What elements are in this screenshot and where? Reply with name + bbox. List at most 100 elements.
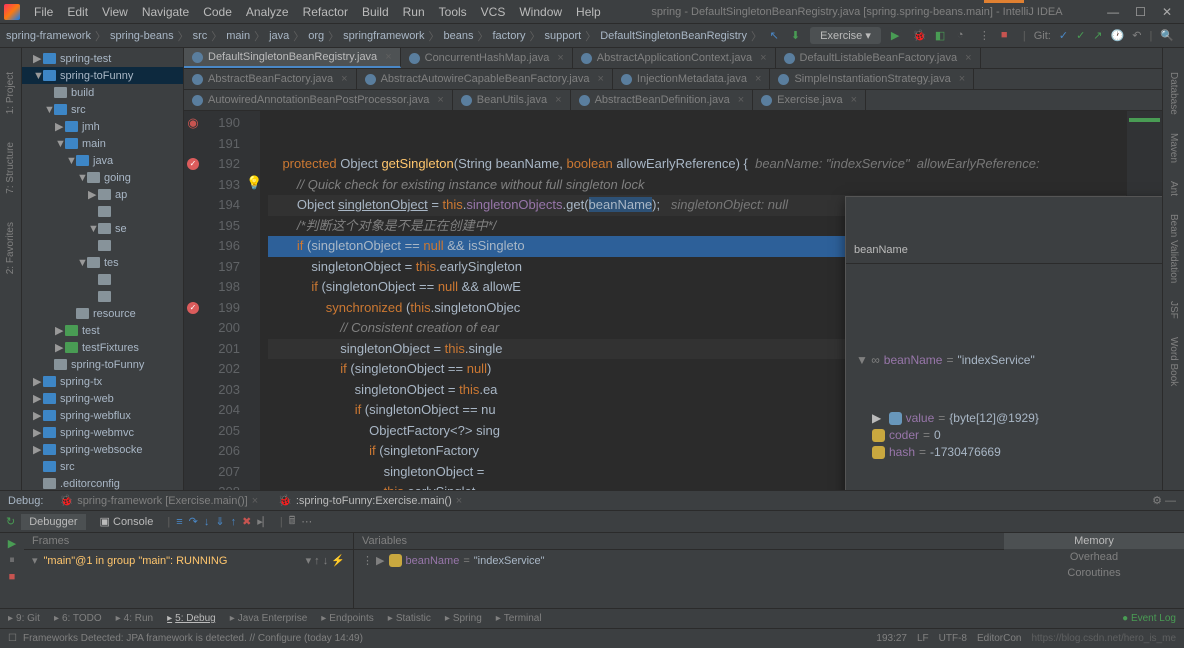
breadcrumb-item[interactable]: DefaultSingletonBeanRegistry [598, 30, 749, 42]
editor-tab[interactable]: AbstractApplicationContext.java× [573, 48, 776, 68]
coverage-icon[interactable]: ◧ [935, 29, 949, 43]
debug-value-popup[interactable]: beanName … ← → ▼ ∞ beanName = "indexServ… [845, 196, 1162, 490]
tool-maven[interactable]: Maven [1168, 129, 1179, 167]
tree-item[interactable]: ▼tes [22, 254, 183, 271]
menu-window[interactable]: Window [513, 3, 568, 21]
bottom-tool-6-todo[interactable]: ▸ 6: TODO [54, 613, 102, 624]
breadcrumb-item[interactable]: org [306, 30, 326, 42]
tree-item[interactable]: ▼src [22, 101, 183, 118]
editor-tab[interactable]: ConcurrentHashMap.java× [401, 48, 573, 68]
tree-item[interactable]: ▼java [22, 152, 183, 169]
nav-up-icon[interactable]: ↖ [770, 29, 779, 42]
vcs-commit-icon[interactable]: ✓ [1076, 29, 1085, 42]
bottom-tool-9-git[interactable]: ▸ 9: Git [8, 613, 40, 624]
tree-item[interactable]: .editorconfig [22, 475, 183, 490]
run-icon[interactable]: ▶ [891, 29, 905, 43]
bottom-tool-4-run[interactable]: ▸ 4: Run [116, 613, 154, 624]
close-icon[interactable]: ✕ [1162, 5, 1172, 19]
file-encoding[interactable]: UTF-8 [939, 633, 967, 644]
tree-item[interactable]: ▶testFixtures [22, 339, 183, 356]
editor-tab[interactable]: AutowiredAnnotationBeanPostProcessor.jav… [184, 90, 453, 110]
profile-icon[interactable]: ◔ [957, 29, 971, 43]
tool-word-book[interactable]: Word Book [1168, 333, 1179, 390]
debug-side-tab-memory[interactable]: Memory [1004, 533, 1184, 549]
editor-tab[interactable]: InjectionMetadata.java× [613, 69, 771, 89]
tree-item[interactable]: ▶spring-web [22, 390, 183, 407]
tool-1-project[interactable]: 1: Project [5, 68, 16, 118]
step-down-icon[interactable]: ↓ [204, 516, 210, 528]
breadcrumb-item[interactable]: main [224, 30, 252, 42]
menu-file[interactable]: File [28, 3, 59, 21]
editor-tab[interactable]: DefaultSingletonBeanRegistry.java× [184, 48, 401, 68]
stop-debug-icon[interactable]: ■ [9, 571, 16, 583]
tree-item[interactable]: ▼main [22, 135, 183, 152]
debug-session-tab[interactable]: 🐞 spring-framework [Exercise.main()] × [51, 492, 266, 509]
editor-tab[interactable]: BeanUtils.java× [453, 90, 571, 110]
breadcrumb-item[interactable]: src [191, 30, 210, 42]
tool-bean-validation[interactable]: Bean Validation [1168, 210, 1179, 287]
stop-icon[interactable]: ■ [1001, 29, 1015, 43]
tool-database[interactable]: Database [1168, 68, 1179, 119]
editor-tab[interactable]: AbstractBeanDefinition.java× [571, 90, 754, 110]
menu-run[interactable]: Run [397, 3, 431, 21]
search-icon[interactable]: 🔍 [1160, 29, 1174, 42]
run-config-selector[interactable]: Exercise ▾ [810, 27, 881, 44]
breadcrumb-item[interactable]: beans [441, 30, 475, 42]
menu-code[interactable]: Code [197, 3, 238, 21]
debug-side-tab-overhead[interactable]: Overhead [1004, 549, 1184, 565]
bottom-tool-5-debug[interactable]: ▸ 5: Debug [167, 613, 216, 624]
vcs-rollback-icon[interactable]: ↶ [1132, 29, 1141, 42]
menu-analyze[interactable]: Analyze [240, 3, 295, 21]
tool-7-structure[interactable]: 7: Structure [5, 138, 16, 198]
tool-jsf[interactable]: JSF [1168, 297, 1179, 323]
debugger-tab[interactable]: Debugger [21, 514, 85, 530]
menu-edit[interactable]: Edit [61, 3, 94, 21]
breadcrumb-item[interactable]: java [267, 30, 291, 42]
code-line[interactable]: // Quick check for existing instance wit… [268, 175, 1126, 196]
editor-tab[interactable]: AbstractAutowireCapableBeanFactory.java× [357, 69, 613, 89]
breadcrumb-item[interactable]: factory [490, 30, 527, 42]
tree-item[interactable]: build [22, 84, 183, 101]
tree-item[interactable]: ▶spring-tx [22, 373, 183, 390]
tool-2-favorites[interactable]: 2: Favorites [5, 218, 16, 278]
tree-item[interactable]: ▶spring-webmvc [22, 424, 183, 441]
bottom-tool-terminal[interactable]: ▸ Terminal [496, 613, 542, 624]
tree-item[interactable]: ▶test [22, 322, 183, 339]
debug-property[interactable]: coder = 0 [872, 427, 1162, 444]
console-tab[interactable]: ▣ Console [92, 513, 162, 530]
line-separator[interactable]: LF [917, 633, 929, 644]
attach-icon[interactable]: ⋮ [979, 29, 993, 43]
tree-item[interactable]: ▶spring-websocke [22, 441, 183, 458]
bottom-tool-statistic[interactable]: ▸ Statistic [388, 613, 431, 624]
debug-side-tab-coroutines[interactable]: Coroutines [1004, 565, 1184, 581]
tree-item[interactable]: ▼se [22, 220, 183, 237]
breadcrumb-item[interactable]: spring-framework [4, 30, 93, 42]
more-icon[interactable]: ⋯ [301, 515, 312, 528]
code-line[interactable]: protected Object getSingleton(String bea… [268, 154, 1126, 175]
tree-item[interactable]: ▼going [22, 169, 183, 186]
tree-item[interactable] [22, 203, 183, 220]
tool-ant[interactable]: Ant [1168, 177, 1179, 200]
tree-item[interactable]: resource [22, 305, 183, 322]
tree-item[interactable] [22, 271, 183, 288]
code-editor[interactable]: ◉ 19019119219319419519619719819920020120… [184, 111, 1162, 490]
debug-property[interactable]: hash = -1730476669 [872, 444, 1162, 461]
tree-item[interactable]: ▼spring-toFunny [22, 67, 183, 84]
resume-icon[interactable]: ▶ [8, 537, 16, 550]
rerun-icon[interactable]: ↻ [6, 515, 15, 528]
tree-item[interactable]: ▶spring-webflux [22, 407, 183, 424]
editor-tab[interactable]: AbstractBeanFactory.java× [184, 69, 357, 89]
menu-help[interactable]: Help [570, 3, 607, 21]
tree-item[interactable]: src [22, 458, 183, 475]
tree-item[interactable]: ▶ap [22, 186, 183, 203]
step-down2-icon[interactable]: ⇓ [215, 515, 224, 528]
editor-tab[interactable]: Exercise.java× [753, 90, 866, 110]
tree-item[interactable] [22, 288, 183, 305]
build-icon[interactable]: ⬇ [791, 29, 800, 42]
debug-session-tab[interactable]: 🐞 :spring-toFunny:Exercise.main() × [270, 492, 470, 509]
run-cursor-icon[interactable]: ▸⎸ [257, 515, 274, 529]
debug-settings-icon[interactable]: ⚙ — [1152, 494, 1176, 507]
evaluate-icon[interactable]: 🖩 [289, 512, 296, 531]
project-tree-pane[interactable]: ▶spring-test▼spring-toFunnybuild▼src▶jmh… [22, 48, 184, 490]
editor-tab[interactable]: SimpleInstantiationStrategy.java× [770, 69, 974, 89]
